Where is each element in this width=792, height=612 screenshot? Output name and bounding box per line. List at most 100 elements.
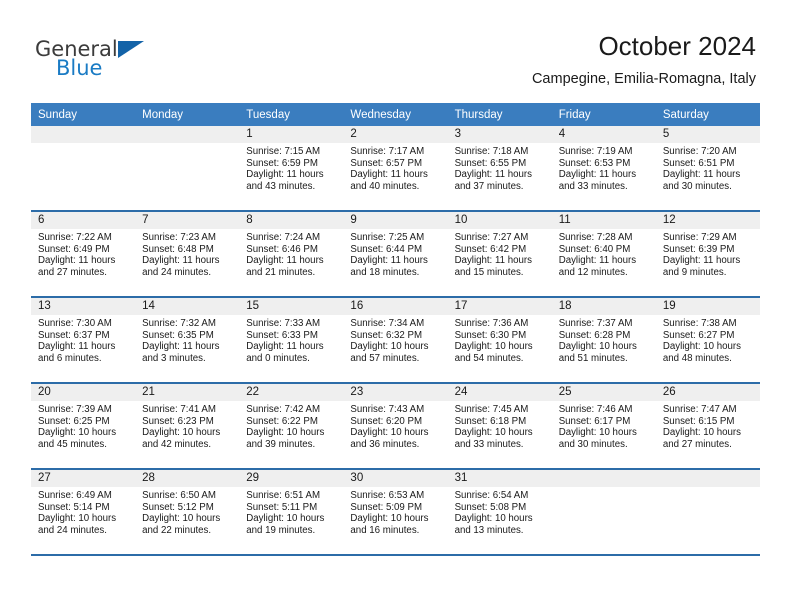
calendar-day-cell[interactable]: 4 Sunrise: 7:19 AM Sunset: 6:53 PM Daylight…: [551, 126, 656, 212]
day-cell-inner: 16 Sunrise: 7:34 AM Sunset: 6:32 PM Dayligh…: [343, 298, 448, 382]
day-details: Sunrise: 7:46 AM Sunset: 6:17 PM Daylight:…: [552, 401, 656, 450]
sunrise-text: Sunrise: 6:54 AM: [454, 490, 529, 501]
daylight-text: Daylight: 11 hours and 3 minutes.: [142, 341, 220, 364]
sunrise-text: Sunrise: 7:25 AM: [350, 232, 425, 243]
calendar-week-row: 1 Sunrise: 7:15 AM Sunset: 6:59 PM Daylight…: [31, 126, 760, 212]
day-cell-inner: 21 Sunrise: 7:41 AM Sunset: 6:23 PM Dayligh…: [135, 384, 240, 468]
daylight-text: Daylight: 11 hours and 43 minutes.: [246, 169, 324, 192]
sunset-text: Sunset: 6:18 PM: [454, 415, 527, 427]
calendar-day-cell[interactable]: 10 Sunrise: 7:27 AM Sunset: 6:42 PM Dayligh…: [447, 211, 552, 298]
day-cell-inner: 12 Sunrise: 7:29 AM Sunset: 6:39 PM Dayligh…: [655, 212, 760, 296]
day-number: 22: [239, 384, 344, 401]
sunrise-text: Sunrise: 6:51 AM: [246, 490, 321, 501]
day-number: 24: [447, 384, 552, 401]
sunset-text: Sunset: 6:15 PM: [662, 415, 735, 427]
sunset-text: Sunset: 6:40 PM: [558, 243, 631, 255]
daylight-text: Daylight: 11 hours and 0 minutes.: [246, 341, 324, 364]
day-cell-inner: [655, 470, 760, 554]
page-header: General Blue October 2024 Campegine, Emi…: [0, 0, 792, 98]
weekday-header-monday: Monday: [135, 103, 240, 126]
sunset-text: Sunset: 6:39 PM: [662, 243, 735, 255]
weekday-header-friday: Friday: [551, 103, 656, 126]
sunset-text: Sunset: 6:33 PM: [246, 329, 318, 341]
calendar-day-cell[interactable]: 30 Sunrise: 6:53 AM Sunset: 5:09 PM Dayligh…: [343, 469, 448, 556]
sunset-text: Sunset: 6:53 PM: [558, 157, 631, 169]
day-cell-inner: 2 Sunrise: 7:17 AM Sunset: 6:57 PM Daylight…: [343, 126, 448, 210]
day-number: 12: [655, 212, 760, 229]
day-details: Sunrise: 7:20 AM Sunset: 6:51 PM Daylight:…: [656, 143, 760, 192]
daylight-text: Daylight: 11 hours and 15 minutes.: [454, 255, 532, 278]
sunrise-text: Sunrise: 7:37 AM: [558, 318, 633, 329]
day-cell-inner: 29 Sunrise: 6:51 AM Sunset: 5:11 PM Dayligh…: [239, 470, 344, 554]
day-number: [551, 470, 656, 487]
page-subtitle: Campegine, Emilia-Romagna, Italy: [531, 71, 756, 87]
day-cell-inner: 25 Sunrise: 7:46 AM Sunset: 6:17 PM Dayligh…: [551, 384, 656, 468]
calendar-day-cell[interactable]: 19 Sunrise: 7:38 AM Sunset: 6:27 PM Dayligh…: [655, 297, 760, 384]
day-cell-inner: 14 Sunrise: 7:32 AM Sunset: 6:35 PM Dayligh…: [135, 298, 240, 382]
daylight-text: Daylight: 11 hours and 27 minutes.: [38, 255, 116, 278]
sunrise-text: Sunrise: 7:32 AM: [142, 318, 216, 329]
calendar-day-cell[interactable]: 3 Sunrise: 7:18 AM Sunset: 6:55 PM Daylight…: [447, 126, 552, 212]
day-number: 7: [135, 212, 240, 229]
sunrise-text: Sunrise: 6:50 AM: [142, 490, 216, 501]
day-cell-inner: 28 Sunrise: 6:50 AM Sunset: 5:12 PM Dayligh…: [135, 470, 240, 554]
daylight-text: Daylight: 10 hours and 27 minutes.: [662, 427, 741, 450]
calendar-day-cell[interactable]: 2 Sunrise: 7:17 AM Sunset: 6:57 PM Daylight…: [343, 126, 448, 212]
calendar-day-cell[interactable]: 27 Sunrise: 6:49 AM Sunset: 5:14 PM Dayligh…: [31, 469, 136, 556]
daylight-text: Daylight: 11 hours and 6 minutes.: [38, 341, 116, 364]
day-number: 15: [239, 298, 344, 315]
calendar-day-cell[interactable]: 13 Sunrise: 7:30 AM Sunset: 6:37 PM Dayligh…: [31, 297, 136, 384]
day-cell-inner: 6 Sunrise: 7:22 AM Sunset: 6:49 PM Daylight…: [31, 212, 136, 296]
calendar-day-cell[interactable]: 18 Sunrise: 7:37 AM Sunset: 6:28 PM Dayligh…: [551, 297, 656, 384]
calendar-day-cell[interactable]: 22 Sunrise: 7:42 AM Sunset: 6:22 PM Dayligh…: [239, 383, 344, 470]
calendar-day-cell[interactable]: 20 Sunrise: 7:39 AM Sunset: 6:25 PM Dayligh…: [31, 383, 136, 470]
calendar-day-cell[interactable]: 16 Sunrise: 7:34 AM Sunset: 6:32 PM Dayligh…: [343, 297, 448, 384]
day-cell-inner: 1 Sunrise: 7:15 AM Sunset: 6:59 PM Daylight…: [239, 126, 344, 210]
day-number: 18: [551, 298, 656, 315]
day-details: Sunrise: 7:42 AM Sunset: 6:22 PM Daylight:…: [239, 401, 343, 450]
sunset-text: Sunset: 6:20 PM: [350, 415, 423, 427]
calendar-day-cell[interactable]: 7 Sunrise: 7:23 AM Sunset: 6:48 PM Daylight…: [135, 211, 240, 298]
calendar-day-cell[interactable]: 21 Sunrise: 7:41 AM Sunset: 6:23 PM Dayligh…: [135, 383, 240, 470]
calendar-day-cell[interactable]: 31 Sunrise: 6:54 AM Sunset: 5:08 PM Dayligh…: [447, 469, 552, 556]
calendar-day-cell[interactable]: 17 Sunrise: 7:36 AM Sunset: 6:30 PM Dayligh…: [447, 297, 552, 384]
calendar-day-cell[interactable]: 14 Sunrise: 7:32 AM Sunset: 6:35 PM Dayligh…: [135, 297, 240, 384]
day-number: 25: [551, 384, 656, 401]
daylight-text: Daylight: 10 hours and 48 minutes.: [662, 341, 741, 364]
calendar-day-cell[interactable]: 26 Sunrise: 7:47 AM Sunset: 6:15 PM Dayligh…: [655, 383, 760, 470]
day-details: Sunrise: 7:15 AM Sunset: 6:59 PM Daylight:…: [239, 143, 343, 192]
sunrise-text: Sunrise: 7:18 AM: [454, 146, 529, 157]
day-number: 26: [655, 384, 760, 401]
daylight-text: Daylight: 10 hours and 30 minutes.: [558, 427, 637, 450]
sunrise-text: Sunrise: 7:39 AM: [38, 404, 112, 415]
sunset-text: Sunset: 6:37 PM: [38, 329, 110, 341]
sunset-text: Sunset: 6:17 PM: [558, 415, 631, 427]
sunset-text: Sunset: 6:55 PM: [454, 157, 527, 169]
calendar-page: General Blue October 2024 Campegine, Emi…: [0, 0, 792, 612]
sunrise-text: Sunrise: 7:42 AM: [246, 404, 321, 415]
calendar-day-cell[interactable]: 24 Sunrise: 7:45 AM Sunset: 6:18 PM Dayligh…: [447, 383, 552, 470]
calendar-day-cell[interactable]: 12 Sunrise: 7:29 AM Sunset: 6:39 PM Dayligh…: [655, 211, 760, 298]
calendar-day-cell[interactable]: 5 Sunrise: 7:20 AM Sunset: 6:51 PM Daylight…: [655, 126, 760, 212]
day-number: 3: [447, 126, 552, 143]
day-details: Sunrise: 6:54 AM Sunset: 5:08 PM Daylight:…: [448, 487, 552, 536]
calendar-day-cell[interactable]: 11 Sunrise: 7:28 AM Sunset: 6:40 PM Dayligh…: [551, 211, 656, 298]
sunrise-text: Sunrise: 7:33 AM: [246, 318, 321, 329]
sunset-text: Sunset: 6:23 PM: [142, 415, 214, 427]
calendar-day-cell[interactable]: 9 Sunrise: 7:25 AM Sunset: 6:44 PM Daylight…: [343, 211, 448, 298]
calendar-day-cell[interactable]: 15 Sunrise: 7:33 AM Sunset: 6:33 PM Dayligh…: [239, 297, 344, 384]
calendar-day-cell[interactable]: 1 Sunrise: 7:15 AM Sunset: 6:59 PM Daylight…: [239, 126, 344, 212]
calendar-week-row: 20 Sunrise: 7:39 AM Sunset: 6:25 PM Dayligh…: [31, 383, 760, 470]
calendar-day-cell[interactable]: 28 Sunrise: 6:50 AM Sunset: 5:12 PM Dayligh…: [135, 469, 240, 556]
calendar-day-cell[interactable]: 23 Sunrise: 7:43 AM Sunset: 6:20 PM Dayligh…: [343, 383, 448, 470]
day-details: Sunrise: 7:38 AM Sunset: 6:27 PM Daylight:…: [656, 315, 760, 364]
day-number: 30: [343, 470, 448, 487]
calendar-day-cell[interactable]: 29 Sunrise: 6:51 AM Sunset: 5:11 PM Dayligh…: [239, 469, 344, 556]
calendar-day-cell[interactable]: 6 Sunrise: 7:22 AM Sunset: 6:49 PM Daylight…: [31, 211, 136, 298]
calendar-day-cell[interactable]: 8 Sunrise: 7:24 AM Sunset: 6:46 PM Daylight…: [239, 211, 344, 298]
sunrise-sunset-calendar: Sunday Monday Tuesday Wednesday Thursday…: [31, 103, 760, 556]
sunrise-text: Sunrise: 7:43 AM: [350, 404, 425, 415]
day-number: [135, 126, 240, 143]
day-number: 8: [239, 212, 344, 229]
calendar-day-cell[interactable]: 25 Sunrise: 7:46 AM Sunset: 6:17 PM Dayligh…: [551, 383, 656, 470]
